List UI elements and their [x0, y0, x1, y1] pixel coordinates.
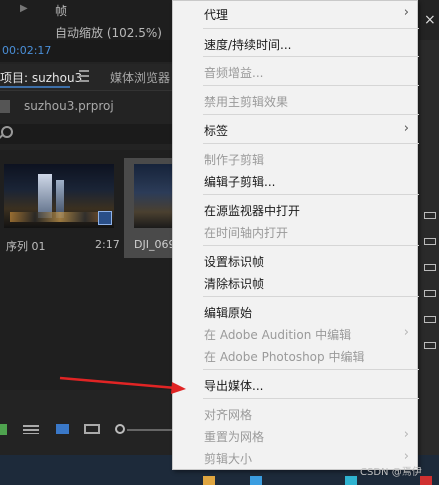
- watermark: CSDN @焉伊: [360, 467, 422, 478]
- annotation-arrow-icon: [59, 376, 186, 394]
